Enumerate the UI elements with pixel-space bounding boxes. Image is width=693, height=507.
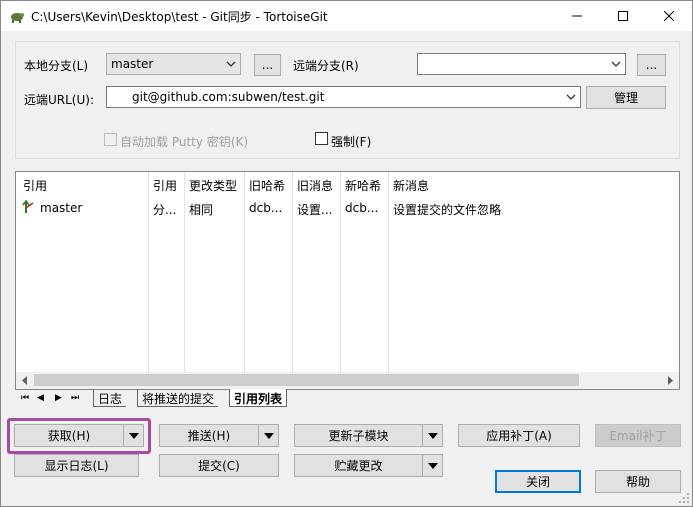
stash-button[interactable]: 贮藏更改: [294, 454, 443, 477]
update-submodule-dropdown[interactable]: [422, 425, 442, 446]
tab-nav-last[interactable]: ⏭: [67, 389, 83, 407]
chevron-down-icon: [566, 94, 576, 100]
caret-down-icon: [128, 432, 139, 439]
fetch-button[interactable]: 获取(H): [14, 424, 144, 447]
tortoisegit-icon: [11, 13, 24, 23]
new-hash: dcb...: [345, 201, 379, 215]
tab-nav-next[interactable]: ▶: [51, 389, 66, 407]
scrollbar-thumb[interactable]: [34, 374, 579, 386]
ref-type: 分...: [153, 203, 177, 217]
caret-down-icon: [263, 432, 274, 439]
column-header-change-type[interactable]: 更改类型: [184, 172, 244, 196]
help-button[interactable]: 帮助: [595, 470, 681, 493]
minimize-icon: [572, 15, 582, 17]
email-patch-button[interactable]: Email补丁: [595, 424, 681, 447]
show-log-button[interactable]: 显示日志(L): [14, 454, 139, 477]
commit-button[interactable]: 提交(C): [159, 454, 279, 477]
view-tabs: ⏮ ◀ ▶ ⏭ 日志 将推送的提交 引用列表: [15, 389, 680, 409]
title-bar: C:\Users\Kevin\Desktop\test - Git同步 - To…: [1, 1, 692, 31]
caret-down-icon: [427, 462, 438, 469]
resize-grip-icon[interactable]: [678, 492, 690, 504]
force-checkbox[interactable]: [315, 132, 328, 145]
remote-branch-browse-button[interactable]: ...: [637, 54, 666, 76]
column-header-new-message[interactable]: 新消息: [388, 172, 568, 196]
horizontal-scrollbar[interactable]: [16, 372, 679, 389]
old-message: 设置...: [297, 203, 333, 217]
local-branch-browse-button[interactable]: ...: [254, 54, 281, 76]
autoload-putty-label: 自动加载 Putty 密钥(K): [120, 135, 249, 149]
local-branch-value: master: [111, 57, 154, 71]
tab-commits-to-push[interactable]: 将推送的提交: [137, 389, 219, 407]
tab-log[interactable]: 日志: [93, 389, 127, 407]
old-hash: dcb...: [249, 201, 283, 215]
remote-branch-label: 远端分支(R): [293, 59, 359, 73]
push-button[interactable]: 推送(H): [159, 424, 279, 447]
tab-nav-first[interactable]: ⏮: [17, 389, 33, 407]
maximize-icon: [618, 11, 628, 21]
chevron-down-icon: [226, 61, 236, 67]
chevron-down-icon: [611, 61, 621, 67]
scroll-left-icon[interactable]: [20, 376, 29, 385]
local-branch-label: 本地分支(L): [24, 59, 89, 73]
maximize-button[interactable]: [600, 1, 646, 31]
ref-name: master: [40, 201, 83, 215]
tab-ref-list[interactable]: 引用列表: [229, 389, 288, 407]
remote-branch-select[interactable]: [417, 53, 626, 75]
stash-label: 贮藏更改: [334, 459, 383, 473]
manage-button[interactable]: 管理: [586, 86, 666, 109]
scroll-right-icon[interactable]: [666, 376, 675, 385]
column-header-new-hash[interactable]: 新哈希: [340, 172, 388, 196]
stash-dropdown[interactable]: [422, 455, 442, 476]
column-header-old-message[interactable]: 旧消息: [292, 172, 340, 196]
ref-list[interactable]: 引用 引用 更改类型 旧哈希 旧消息 新哈希 新消息 master 分... 相…: [15, 171, 680, 390]
update-submodule-label: 更新子模块: [328, 429, 389, 443]
fetch-label: 获取(H): [47, 429, 91, 443]
fetch-dropdown[interactable]: [123, 425, 143, 446]
push-dropdown[interactable]: [258, 425, 278, 446]
change-type: 相同: [189, 203, 214, 217]
remote-url-select[interactable]: git@github.com:subwen/test.git: [106, 86, 581, 108]
autoload-putty-checkbox[interactable]: [104, 133, 117, 146]
close-window-button[interactable]: [646, 1, 692, 31]
apply-patch-button[interactable]: 应用补丁(A): [458, 424, 580, 447]
local-branch-select[interactable]: master: [106, 53, 241, 75]
git-sync-dialog: C:\Users\Kevin\Desktop\test - Git同步 - To…: [0, 0, 693, 507]
close-icon: [664, 11, 674, 21]
minimize-button[interactable]: [554, 1, 600, 31]
column-header-reftype[interactable]: 引用: [148, 172, 184, 196]
update-submodule-button[interactable]: 更新子模块: [294, 424, 443, 447]
branch-icon: [22, 200, 34, 213]
close-button[interactable]: 关闭: [495, 470, 581, 493]
column-header-old-hash[interactable]: 旧哈希: [244, 172, 292, 196]
remote-url-value: git@github.com:subwen/test.git: [132, 90, 325, 104]
column-header-ref[interactable]: 引用: [18, 172, 148, 196]
window-title: C:\Users\Kevin\Desktop\test - Git同步 - To…: [31, 10, 328, 24]
new-message: 设置提交的文件忽略: [393, 203, 502, 217]
remote-url-label: 远端URL(U):: [24, 93, 94, 107]
force-label: 强制(F): [331, 135, 372, 149]
caret-down-icon: [427, 432, 438, 439]
tab-nav-prev[interactable]: ◀: [33, 389, 48, 407]
push-label: 推送(H): [187, 429, 231, 443]
